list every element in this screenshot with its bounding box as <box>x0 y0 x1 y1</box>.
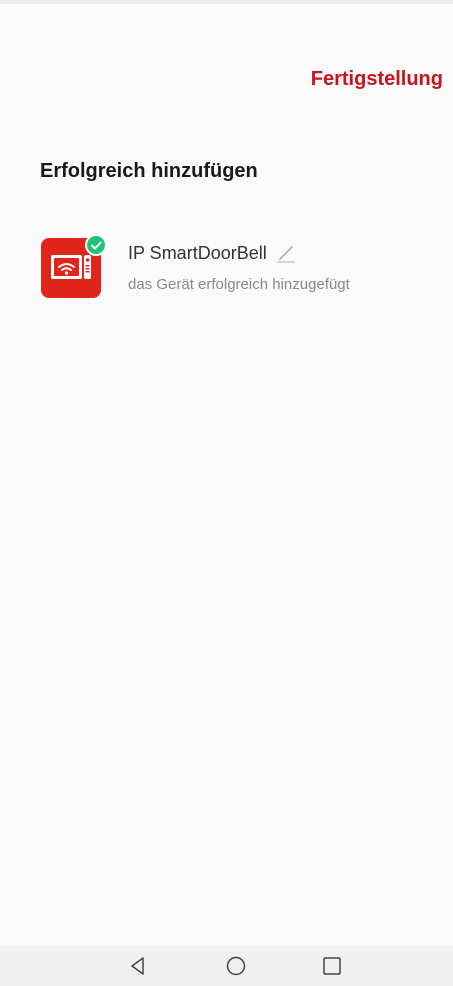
added-device-item: IP SmartDoorBell das Gerät erfolgreich h… <box>40 234 420 302</box>
system-navigation-bar <box>0 946 453 986</box>
app-screen: Fertigstellung Erfolgreich hinzufügen IP… <box>0 4 453 946</box>
device-name-line: IP SmartDoorBell <box>128 242 297 264</box>
edit-icon[interactable] <box>275 242 297 264</box>
recents-icon[interactable] <box>319 953 345 979</box>
page-title: Erfolgreich hinzufügen <box>40 160 258 182</box>
check-icon <box>85 234 107 256</box>
device-name: IP SmartDoorBell <box>128 242 267 263</box>
check-glyph <box>91 241 102 250</box>
back-icon[interactable] <box>125 953 151 979</box>
device-status: das Gerät erfolgreich hinzugefügt <box>128 276 350 293</box>
home-icon[interactable] <box>223 953 249 979</box>
done-button[interactable]: Fertigstellung <box>311 68 443 91</box>
smart-doorbell-icon <box>41 234 107 298</box>
